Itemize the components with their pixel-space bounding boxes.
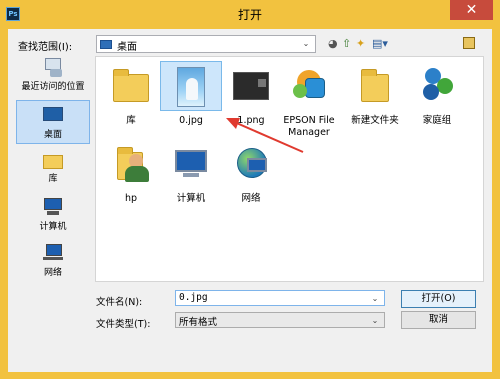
place-label: 库 [48,174,58,184]
filename-label: 文件名(N): [96,297,143,308]
folder-icon [353,64,397,108]
item-label: EPSON File Manager [283,115,335,138]
title-bar: Ps 打开 ✕ [0,0,500,28]
list-item[interactable]: hp [98,139,164,205]
list-item[interactable]: 1.png [218,61,284,127]
place-computer[interactable]: 计算机 [16,195,90,235]
item-label: 1.png [237,115,265,126]
list-item[interactable]: 计算机 [158,139,224,205]
file-list[interactable]: 库 0.jpg 1.png EPSON File Manager 新建文件夹 家… [95,56,484,282]
item-label: 库 [126,115,136,126]
network-icon [229,142,273,186]
desktop-icon [41,105,65,127]
filename-value: 0.jpg [179,292,208,303]
chevron-down-icon[interactable]: ⌄ [369,292,381,306]
place-label: 最近访问的位置 [21,82,85,92]
look-in-value: 桌面 [117,42,137,53]
recent-places-icon [41,55,65,79]
filename-input[interactable]: 0.jpg ⌄ [175,290,385,306]
place-label: 网络 [43,268,62,278]
close-button[interactable]: ✕ [450,0,493,20]
place-network[interactable]: 网络 [16,241,90,281]
place-desktop[interactable]: 桌面 [16,100,90,144]
item-label: 计算机 [176,193,206,204]
filetype-select[interactable]: 所有格式 ⌄ [175,312,385,328]
item-label: 家庭组 [422,115,452,126]
computer-icon [41,195,65,219]
epson-app-icon [287,64,331,108]
network-icon [41,241,65,265]
item-label: 网络 [241,193,261,204]
desktop-shortcut-icon[interactable] [463,37,475,49]
place-recent[interactable]: 最近访问的位置 [16,55,90,99]
filetype-value: 所有格式 [179,317,218,328]
place-libraries[interactable]: 库 [16,149,90,189]
item-label: 0.jpg [179,115,203,126]
filetype-label: 文件类型(T): [96,319,151,330]
libraries-icon [41,149,65,171]
place-label: 计算机 [39,222,67,232]
list-item[interactable]: 新建文件夹 [342,61,408,127]
open-dialog-window: Ps 打开 ✕ 查找范围(I): 桌面 ⌄ ◕ ⇧ ✦ ▤▾ 最近访问的位置 桌… [0,0,500,379]
chevron-down-icon[interactable]: ⌄ [369,314,381,328]
new-folder-icon[interactable]: ✦ [356,37,368,51]
homegroup-icon [415,64,459,108]
place-label: 桌面 [43,130,62,140]
list-item[interactable]: 网络 [218,139,284,205]
list-item[interactable]: 库 [98,61,164,127]
up-folder-icon[interactable]: ⇧ [342,37,352,51]
look-in-label: 查找范围(I): [18,42,73,53]
open-button[interactable]: 打开(O) [401,290,476,308]
view-menu-icon[interactable]: ▤▾ [372,37,390,51]
list-item[interactable]: 0.jpg [158,61,224,127]
chevron-down-icon[interactable]: ⌄ [300,37,312,51]
computer-icon [169,142,213,186]
user-folder-icon [109,142,153,186]
image-thumbnail-icon [229,64,273,108]
libraries-folder-icon [109,64,153,108]
back-icon[interactable]: ◕ [328,37,340,51]
item-label: hp [124,193,138,204]
dialog-title: 打开 [237,8,262,22]
photo-thumbnail-icon [169,65,213,109]
desktop-small-icon [100,40,112,49]
list-item[interactable]: 家庭组 [404,61,470,127]
places-bar: 最近访问的位置 桌面 库 计算机 网络 [16,53,90,287]
list-item[interactable]: EPSON File Manager [276,61,342,139]
look-in-dropdown[interactable]: 桌面 ⌄ [96,35,316,53]
cancel-button[interactable]: 取消 [401,311,476,329]
item-label: 新建文件夹 [351,115,399,126]
